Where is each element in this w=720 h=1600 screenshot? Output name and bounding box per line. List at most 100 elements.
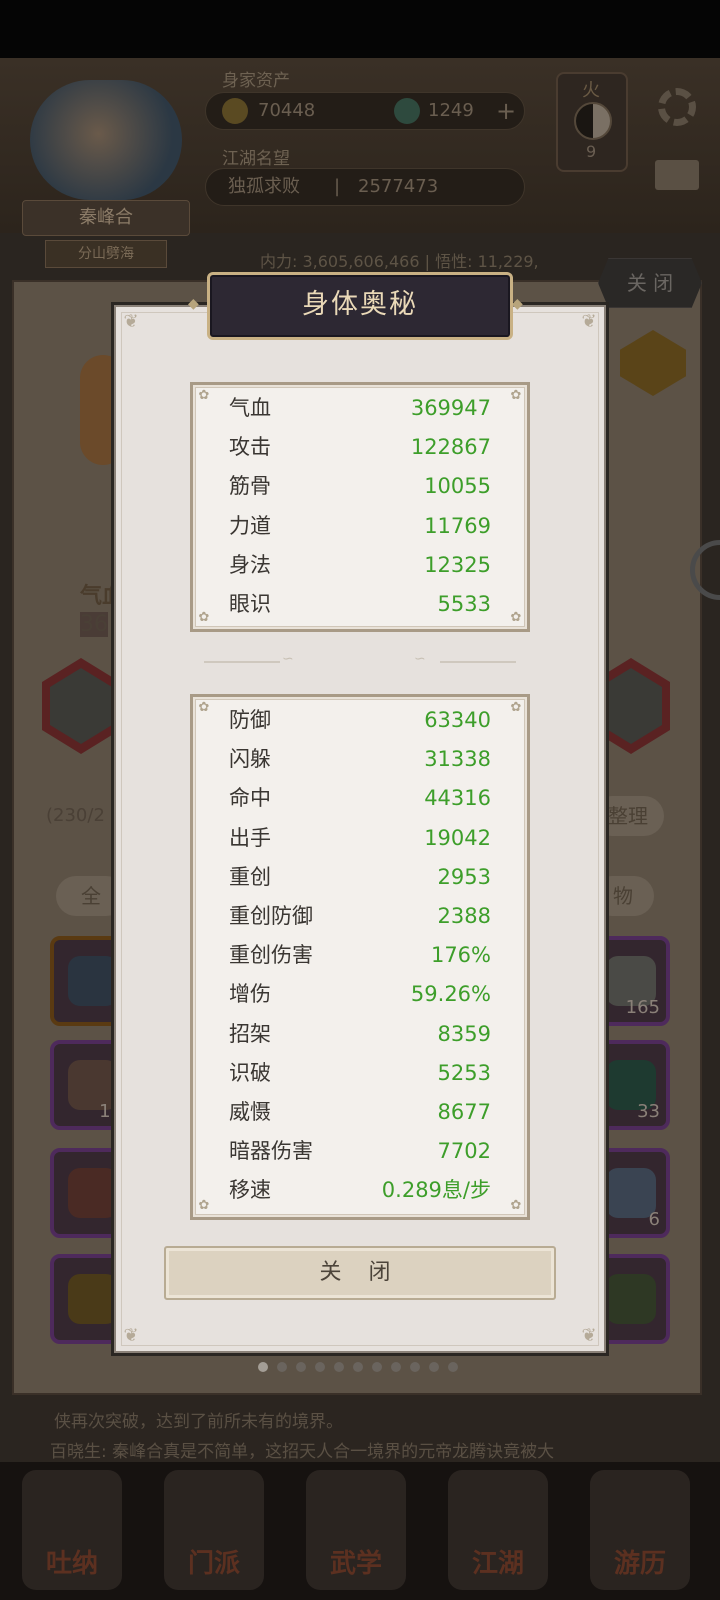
mail-icon[interactable] — [655, 160, 699, 190]
stat-name: 眼识 — [229, 591, 271, 616]
assets-label: 身家资产 — [222, 71, 290, 91]
nav-breathing[interactable]: 吐纳 — [22, 1470, 122, 1590]
stat-value: 122867 — [410, 435, 491, 460]
stat-row: 命中 44316 — [193, 779, 527, 818]
event-log: 侠再次突破，达到了前所未有的境界。 百晓生: 秦峰合真是不简单，这招天人合一境界… — [20, 1395, 700, 1465]
nav-sect[interactable]: 门派 — [164, 1470, 264, 1590]
stat-name: 闪躲 — [229, 747, 271, 772]
stat-row: 防御 63340 — [193, 701, 527, 740]
cultivation-badge[interactable]: 火 9 — [556, 72, 628, 172]
stat-value: 2953 — [437, 864, 491, 889]
divider-right: ∽ — [414, 651, 516, 668]
dialog-title-plate: 身体奥秘 — [207, 272, 513, 340]
dialog-title: 身体奥秘 — [302, 289, 418, 320]
log-line: 百晓生: 秦峰合真是不简单，这招天人合一境界的元帝龙腾诀竟被大 — [50, 1442, 555, 1462]
log-line: 侠再次突破，达到了前所未有的境界。 — [54, 1412, 343, 1432]
stat-value: 63340 — [424, 708, 491, 732]
taiji-icon — [574, 102, 612, 140]
stat-row: 识破 5253 — [193, 1054, 527, 1093]
page-indicator — [258, 1357, 467, 1376]
stat-name: 招架 — [229, 1021, 271, 1046]
stat-name: 筋骨 — [229, 474, 271, 499]
bag-capacity: (230/2 — [46, 805, 105, 826]
stat-row: 重创 2953 — [193, 858, 527, 897]
nav-travel[interactable]: 游历 — [590, 1470, 690, 1590]
level-number: 9 — [586, 142, 597, 161]
basic-stats-box: ✿ ✿ ✿ ✿ 气血 369947 攻击 122867 筋骨 10055 力道 11769 身法 1232… — [190, 382, 530, 632]
stat-value: 5253 — [437, 1060, 491, 1085]
plate-wing-right-icon: ◆ — [512, 296, 523, 312]
divider-left: ∽ — [204, 651, 306, 668]
fame-title: 独孤求败 — [228, 176, 300, 197]
fame-value: 2577473 — [358, 176, 439, 197]
stat-name: 增伤 — [229, 982, 271, 1007]
stat-value: 0.289息/步 — [381, 1178, 491, 1203]
stat-row: 力道 11769 — [193, 507, 527, 546]
stat-value: 59.26% — [410, 982, 491, 1007]
stat-row: 眼识 5533 — [193, 585, 527, 624]
player-title-badge: 分山劈海 — [45, 240, 167, 268]
stat-name: 出手 — [229, 825, 271, 850]
stat-row: 移速 0.289息/步 — [193, 1171, 527, 1210]
stat-name: 力道 — [229, 513, 271, 538]
stat-value: 369947 — [410, 396, 491, 420]
nav-jianghu[interactable]: 江湖 — [448, 1470, 548, 1590]
stat-name: 攻击 — [229, 435, 271, 460]
stat-row: 身法 12325 — [193, 546, 527, 585]
stat-row: 攻击 122867 — [193, 428, 527, 467]
stat-value: 19042 — [424, 825, 491, 850]
stat-name: 防御 — [229, 708, 271, 732]
stat-name: 重创防御 — [229, 903, 313, 928]
element-char: 火 — [582, 80, 600, 101]
stat-value: 10055 — [424, 474, 491, 499]
fame-label: 江湖名望 — [222, 149, 290, 169]
stat-row: 气血 369947 — [193, 389, 527, 428]
stat-value: 11769 — [424, 513, 491, 538]
stat-name: 重创 — [229, 864, 271, 889]
stat-name: 暗器伤害 — [229, 1139, 313, 1164]
gold-icon — [222, 98, 248, 124]
stat-value: 44316 — [424, 786, 491, 811]
settings-gear-icon[interactable] — [658, 88, 696, 126]
stat-value: 176% — [430, 943, 491, 968]
stat-name: 识破 — [229, 1060, 271, 1085]
stat-name: 威慑 — [229, 1099, 271, 1124]
stat-row: 出手 19042 — [193, 819, 527, 858]
jade-icon — [394, 98, 420, 124]
stat-row: 威慑 8677 — [193, 1093, 527, 1132]
jade-amount: 1249 — [428, 100, 474, 121]
stat-value: 8359 — [437, 1021, 491, 1046]
stat-row: 重创伤害 176% — [193, 936, 527, 975]
corner-ornament-icon: ❦ — [123, 1325, 139, 1346]
hp-value: 36 — [80, 612, 108, 637]
stat-name: 气血 — [229, 396, 271, 420]
stat-row: 招架 8359 — [193, 1015, 527, 1054]
currency-bar[interactable]: 70448 1249 + — [205, 92, 525, 130]
close-panel-tab[interactable]: 关 闭 — [598, 258, 702, 308]
combat-stats-box: ✿ ✿ ✿ ✿ 防御 63340 闪躲 31338 命中 44316 出手 19042 重创 2953 重创… — [190, 694, 530, 1220]
stat-value: 5533 — [437, 591, 491, 616]
stat-value: 12325 — [424, 552, 491, 577]
player-avatar[interactable] — [30, 80, 182, 200]
stat-name: 重创伤害 — [229, 943, 313, 968]
player-stats-line: 内力: 3,605,606,466 | 悟性: 11,229, — [260, 252, 539, 271]
stat-row: 重创防御 2388 — [193, 897, 527, 936]
close-button[interactable]: 关 闭 — [164, 1246, 556, 1300]
add-currency-icon[interactable]: + — [496, 93, 516, 129]
stat-name: 身法 — [229, 552, 271, 577]
gold-amount: 70448 — [258, 100, 316, 121]
fame-bar: 独孤求败 | 2577473 — [205, 168, 525, 206]
status-bar — [0, 0, 720, 58]
nav-martial-arts[interactable]: 武学 — [306, 1470, 406, 1590]
stat-row: 筋骨 10055 — [193, 467, 527, 506]
stat-value: 8677 — [437, 1099, 491, 1124]
corner-ornament-icon: ❦ — [581, 311, 597, 332]
corner-ornament-icon: ❦ — [581, 1325, 597, 1346]
stat-row: 闪躲 31338 — [193, 740, 527, 779]
stat-name: 命中 — [229, 786, 271, 811]
corner-ornament-icon: ❦ — [123, 311, 139, 332]
stat-value: 7702 — [437, 1139, 491, 1164]
stat-value: 2388 — [437, 903, 491, 928]
stat-name: 移速 — [229, 1178, 271, 1203]
stat-value: 31338 — [424, 747, 491, 772]
